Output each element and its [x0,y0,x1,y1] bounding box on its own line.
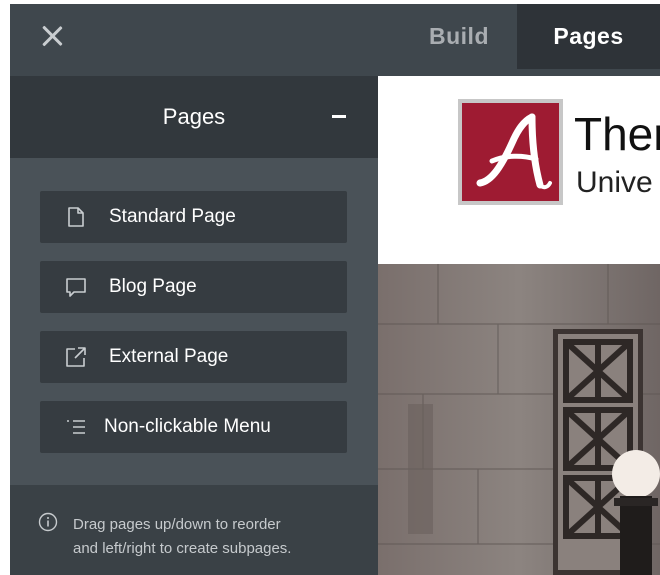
script-a-logo-icon [476,113,552,190]
building-photo [378,264,660,575]
tab-build[interactable]: Build [404,4,514,69]
standard-page-label: Standard Page [109,206,236,227]
sidebar-header: Pages [10,76,378,158]
hint-text: Drag pages up/down to reorder and left/r… [73,513,363,561]
blog-page-label: Blog Page [109,276,197,297]
collapse-icon[interactable] [332,115,346,118]
sidebar-hint: Drag pages up/down to reorder and left/r… [10,485,378,575]
site-header: Ther Unive [378,76,660,264]
close-icon[interactable] [38,22,66,50]
external-page-button[interactable]: External Page [40,331,347,383]
standard-page-button[interactable]: Standard Page [40,191,347,243]
site-subtitle: Unive [576,166,653,199]
non-clickable-menu-label: Non-clickable Menu [104,416,271,437]
blog-page-button[interactable]: Blog Page [40,261,347,313]
external-page-label: External Page [109,346,229,367]
menu-list-icon [67,420,85,434]
university-logo [458,99,563,205]
hint-line-1: Drag pages up/down to reorder [73,516,281,533]
tab-pages[interactable]: Pages [517,4,660,69]
non-clickable-menu-button[interactable]: Non-clickable Menu [40,401,347,453]
sidebar-title: Pages [162,104,226,129]
top-bar: Build Pages [10,4,660,76]
hint-line-2: and left/right to create subpages. [73,540,292,557]
external-link-icon [66,347,86,367]
info-icon [38,512,58,532]
pages-sidebar: Pages Standard Page Blog Page External P… [10,76,378,575]
site-title: Ther [574,108,660,160]
page-icon [68,207,84,227]
site-preview[interactable]: Ther Unive [378,76,660,575]
chat-bubble-icon [66,278,86,297]
